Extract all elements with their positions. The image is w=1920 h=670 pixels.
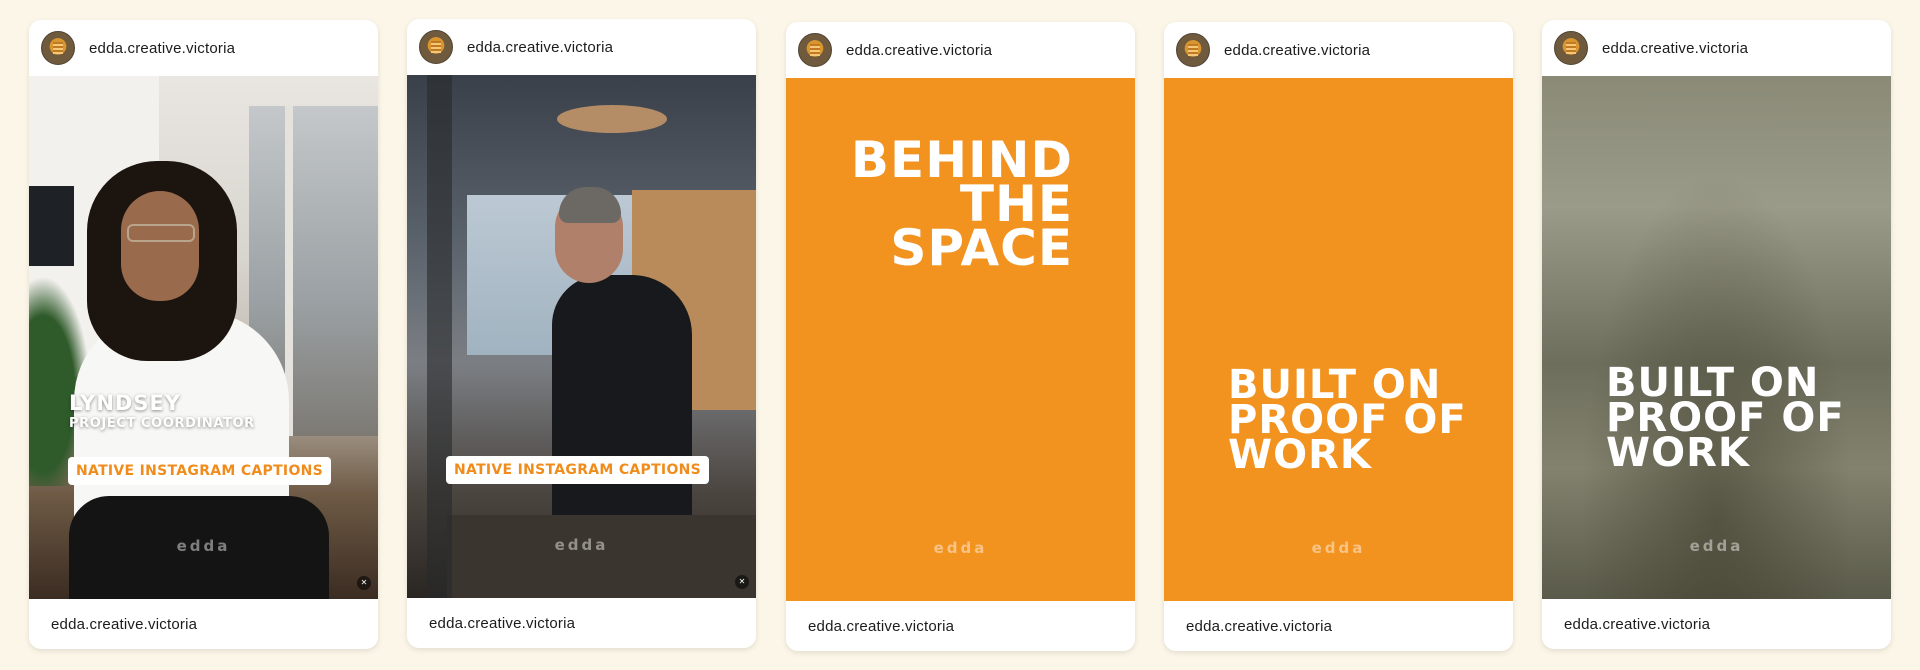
video-frame bbox=[407, 75, 756, 598]
footer-handle[interactable]: edda.creative.victoria bbox=[808, 618, 954, 635]
post-card[interactable]: edda.creative.victoria BUILT ON PROOF OF… bbox=[1164, 22, 1513, 651]
landscape-background bbox=[1542, 76, 1891, 599]
post-footer: edda.creative.victoria bbox=[29, 599, 378, 649]
footer-handle[interactable]: edda.creative.victoria bbox=[1186, 618, 1332, 635]
footer-handle[interactable]: edda.creative.victoria bbox=[429, 615, 575, 632]
caption-pill: NATIVE INSTAGRAM CAPTIONS bbox=[446, 456, 710, 484]
profile-avatar[interactable] bbox=[1554, 31, 1588, 65]
footer-handle[interactable]: edda.creative.victoria bbox=[1564, 616, 1710, 633]
headline: BUILT ON PROOF OF WORK bbox=[1606, 360, 1845, 477]
image-media[interactable]: BUILT ON PROOF OF WORK edda bbox=[1542, 76, 1891, 599]
profile-handle[interactable]: edda.creative.victoria bbox=[1224, 42, 1370, 59]
post-header: edda.creative.victoria bbox=[29, 20, 378, 76]
post-card[interactable]: edda.creative.victoria LYNDSEY PROJECT C… bbox=[29, 20, 378, 649]
profile-handle[interactable]: edda.creative.victoria bbox=[846, 42, 992, 59]
video-media[interactable]: NATIVE INSTAGRAM CAPTIONS edda ✕ bbox=[407, 75, 756, 598]
edda-logo: edda bbox=[1689, 537, 1744, 555]
profile-avatar[interactable] bbox=[798, 33, 832, 67]
profile-avatar[interactable] bbox=[419, 30, 453, 64]
post-header: edda.creative.victoria bbox=[1164, 22, 1513, 78]
post-header: edda.creative.victoria bbox=[786, 22, 1135, 78]
video-media[interactable]: LYNDSEY PROJECT COORDINATOR NATIVE INSTA… bbox=[29, 76, 378, 599]
image-media[interactable]: BEHIND THE SPACE edda bbox=[786, 78, 1135, 601]
caption-role: PROJECT COORDINATOR bbox=[69, 416, 255, 431]
muted-speaker-icon[interactable]: ✕ bbox=[357, 576, 371, 590]
post-footer: edda.creative.victoria bbox=[786, 601, 1135, 651]
edda-logo: edda bbox=[933, 539, 988, 557]
headline: BUILT ON PROOF OF WORK bbox=[1228, 362, 1467, 479]
post-footer: edda.creative.victoria bbox=[1542, 599, 1891, 649]
profile-handle[interactable]: edda.creative.victoria bbox=[1602, 40, 1748, 57]
profile-handle[interactable]: edda.creative.victoria bbox=[89, 40, 235, 57]
muted-speaker-icon[interactable]: ✕ bbox=[735, 575, 749, 589]
headline: BEHIND THE SPACE bbox=[850, 131, 1073, 277]
orange-background bbox=[1164, 78, 1513, 601]
edda-logo: edda bbox=[1311, 539, 1366, 557]
post-footer: edda.creative.victoria bbox=[1164, 601, 1513, 651]
post-card[interactable]: edda.creative.victoria NATIVE INSTAGRAM … bbox=[407, 19, 756, 648]
image-media[interactable]: BUILT ON PROOF OF WORK edda bbox=[1164, 78, 1513, 601]
post-card[interactable]: edda.creative.victoria BUILT ON PROOF OF… bbox=[1542, 20, 1891, 649]
post-header: edda.creative.victoria bbox=[1542, 20, 1891, 76]
profile-handle[interactable]: edda.creative.victoria bbox=[467, 39, 613, 56]
profile-avatar[interactable] bbox=[1176, 33, 1210, 67]
name-caption: LYNDSEY PROJECT COORDINATOR bbox=[69, 391, 255, 431]
post-header: edda.creative.victoria bbox=[407, 19, 756, 75]
edda-logo: edda bbox=[554, 536, 609, 554]
edda-logo: edda bbox=[176, 537, 231, 555]
video-frame bbox=[29, 76, 378, 599]
post-footer: edda.creative.victoria bbox=[407, 598, 756, 648]
post-card[interactable]: edda.creative.victoria BEHIND THE SPACE … bbox=[786, 22, 1135, 651]
profile-avatar[interactable] bbox=[41, 31, 75, 65]
caption-pill: NATIVE INSTAGRAM CAPTIONS bbox=[68, 457, 332, 485]
caption-name: LYNDSEY bbox=[69, 391, 181, 415]
footer-handle[interactable]: edda.creative.victoria bbox=[51, 616, 197, 633]
